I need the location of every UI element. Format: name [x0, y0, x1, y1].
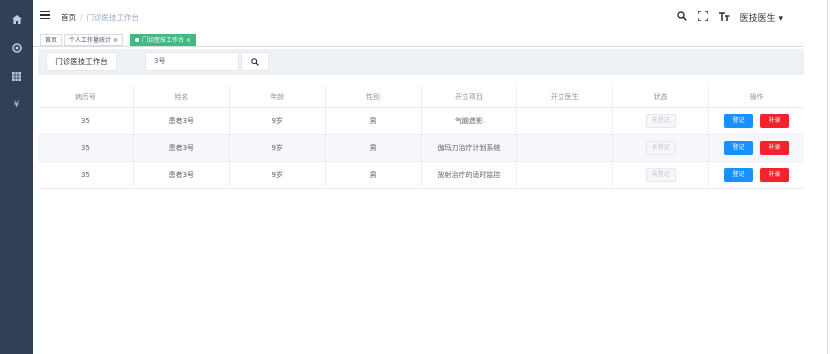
right-menu: 医技医生 ▾	[677, 8, 783, 26]
patient-table: 病历号 姓名 年龄 性别 开立项目 开立医生 状态 操作 35 患者3号 9岁 …	[38, 86, 804, 189]
header-item: 开立项目	[422, 86, 518, 107]
navbar: 首页 / 门诊医技工作台 医技医生 ▾	[33, 0, 831, 33]
name-cell: 患者3号	[134, 108, 230, 134]
tag-label: 个人工作量统计	[69, 37, 112, 44]
gender-cell: 男	[326, 108, 422, 134]
age-cell: 9岁	[230, 135, 326, 161]
breadcrumb-separator: /	[80, 13, 83, 22]
item-cell: 气脑造影	[422, 108, 518, 134]
supplement-button[interactable]: 补录	[760, 168, 790, 182]
item-cell: 放射治疗的适时监控	[422, 162, 518, 188]
tags-view: 首页 个人工作量统计 × 门诊医技工作台 ×	[33, 33, 804, 47]
breadcrumb-current: 门诊医技工作台	[86, 13, 140, 22]
table-header: 病历号 姓名 年龄 性别 开立项目 开立医生 状态 操作	[38, 86, 804, 108]
actions-cell: 登记 补录	[709, 108, 804, 134]
search-icon[interactable]	[677, 10, 688, 24]
breadcrumb: 首页 / 门诊医技工作台	[61, 12, 139, 23]
name-cell: 患者3号	[134, 135, 230, 161]
actions-cell: 登记 补录	[709, 162, 804, 188]
header-doctor: 开立医生	[517, 86, 614, 107]
supplement-button[interactable]: 补录	[760, 141, 790, 155]
table-icon[interactable]	[10, 70, 23, 83]
search-icon	[251, 57, 259, 66]
record-no-cell: 35	[38, 108, 134, 134]
caret-down-icon: ▾	[778, 13, 783, 24]
name-cell: 患者3号	[134, 162, 230, 188]
table-row: 35 患者3号 9岁 男 伽玛刀治疗计划系统 未登记 登记 补录	[38, 135, 804, 162]
breadcrumb-home[interactable]: 首页	[61, 13, 76, 22]
font-size-icon[interactable]	[718, 11, 730, 24]
gender-cell: 男	[326, 135, 422, 161]
supplement-button[interactable]: 补录	[760, 114, 790, 128]
status-cell: 未登记	[613, 135, 710, 161]
search-button[interactable]	[241, 52, 269, 71]
tag-workbench[interactable]: 门诊医技工作台 ×	[130, 34, 196, 46]
workbench-title-button[interactable]: 门诊医技工作台	[46, 52, 117, 71]
doctor-cell	[517, 162, 614, 188]
status-badge: 未登记	[645, 141, 676, 155]
header-gender: 性别	[326, 86, 422, 107]
tag-home[interactable]: 首页	[40, 34, 63, 46]
table-row: 35 患者3号 9岁 男 气脑造影 未登记 登记 补录	[38, 108, 804, 135]
header-record-no: 病历号	[38, 86, 134, 107]
table-row: 35 患者3号 9岁 男 放射治疗的适时监控 未登记 登记 补录	[38, 162, 804, 189]
active-dot	[135, 37, 139, 42]
register-button[interactable]: 登记	[724, 114, 754, 128]
register-button[interactable]: 登记	[724, 168, 754, 182]
dashboard-icon[interactable]	[10, 13, 23, 26]
header-age: 年龄	[230, 86, 326, 107]
age-cell: 9岁	[230, 162, 326, 188]
doctor-cell	[517, 135, 614, 161]
header-actions: 操作	[749, 92, 764, 101]
record-no-cell: 35	[38, 162, 134, 188]
item-cell: 伽玛刀治疗计划系统	[422, 135, 518, 161]
sidebar: ¥	[0, 0, 33, 354]
tag-workload[interactable]: 个人工作量统计 ×	[64, 34, 123, 46]
age-cell: 9岁	[230, 108, 326, 134]
close-icon[interactable]: ×	[113, 37, 118, 44]
status-cell: 未登记	[613, 108, 710, 134]
search-input[interactable]: 3号	[145, 52, 239, 71]
status-badge: 未登记	[645, 168, 676, 182]
header-status: 状态	[613, 86, 710, 107]
user-name: 医技医生	[739, 13, 776, 24]
settings-icon[interactable]	[10, 41, 23, 54]
tag-label: 首页	[45, 37, 58, 44]
yen-icon[interactable]: ¥	[10, 98, 23, 111]
fullscreen-icon[interactable]	[697, 9, 709, 24]
record-no-cell: 35	[38, 135, 134, 161]
close-icon[interactable]: ×	[186, 37, 191, 44]
register-button[interactable]: 登记	[724, 141, 754, 155]
header-name: 姓名	[134, 86, 230, 107]
filter-bar: 门诊医技工作台 3号	[38, 49, 804, 75]
actions-cell: 登记 补录	[709, 135, 804, 161]
gender-cell: 男	[326, 162, 422, 188]
status-cell: 未登记	[613, 162, 710, 188]
hamburger-icon[interactable]	[40, 11, 50, 21]
user-dropdown[interactable]: 医技医生 ▾	[740, 11, 783, 24]
doctor-cell	[517, 108, 614, 134]
status-badge: 未登记	[645, 114, 676, 128]
right-border	[827, 0, 828, 354]
tag-label: 门诊医技工作台	[142, 37, 185, 44]
